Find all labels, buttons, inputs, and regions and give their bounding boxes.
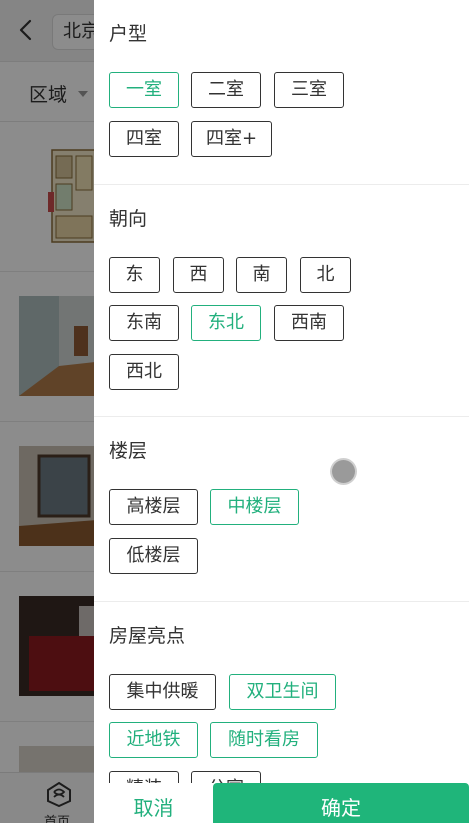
- option-east[interactable]: 东: [109, 257, 160, 293]
- section-orientation: 朝向 东 西 南 北 东南 东北 西南 西北: [94, 185, 469, 417]
- confirm-button[interactable]: 确定: [213, 783, 469, 823]
- option-central-heating[interactable]: 集中供暖: [109, 674, 216, 710]
- option-one-room[interactable]: 一室: [109, 72, 179, 108]
- option-viewing-anytime[interactable]: 随时看房: [210, 722, 318, 758]
- section-room-type: 户型 一室 二室 三室 四室 四室+: [94, 0, 469, 185]
- option-near-subway[interactable]: 近地铁: [109, 722, 198, 758]
- option-three-rooms[interactable]: 三室: [274, 72, 344, 108]
- option-two-bathrooms[interactable]: 双卫生间: [229, 674, 336, 710]
- section-title-orientation: 朝向: [109, 208, 148, 230]
- option-southeast[interactable]: 东南: [109, 305, 179, 341]
- option-north[interactable]: 北: [300, 257, 351, 293]
- option-south[interactable]: 南: [236, 257, 287, 293]
- option-northwest[interactable]: 西北: [109, 354, 179, 390]
- section-title-room-type: 户型: [109, 23, 148, 45]
- cancel-button[interactable]: 取消: [94, 783, 213, 823]
- section-floor: 楼层 高楼层 中楼层 低楼层: [94, 417, 469, 602]
- option-four-plus-rooms[interactable]: 四室+: [191, 121, 272, 157]
- filter-drawer: 户型 一室 二室 三室 四室 四室+ 朝向 东 西 南 北 东南 东北 西南 西…: [94, 0, 469, 823]
- option-middle-floor[interactable]: 中楼层: [210, 489, 299, 525]
- option-southwest[interactable]: 西南: [274, 305, 344, 341]
- section-title-highlights: 房屋亮点: [109, 625, 186, 647]
- touch-indicator: [330, 458, 357, 485]
- option-four-rooms[interactable]: 四室: [109, 121, 179, 157]
- option-west[interactable]: 西: [173, 257, 224, 293]
- section-highlights: 房屋亮点 集中供暖 双卫生间 近地铁 随时看房 精装 公寓: [94, 602, 469, 807]
- option-two-rooms[interactable]: 二室: [191, 72, 261, 108]
- option-high-floor[interactable]: 高楼层: [109, 489, 198, 525]
- drawer-footer: 取消 确定: [94, 783, 469, 823]
- section-title-floor: 楼层: [109, 440, 148, 462]
- option-low-floor[interactable]: 低楼层: [109, 538, 198, 574]
- option-northeast[interactable]: 东北: [191, 305, 261, 341]
